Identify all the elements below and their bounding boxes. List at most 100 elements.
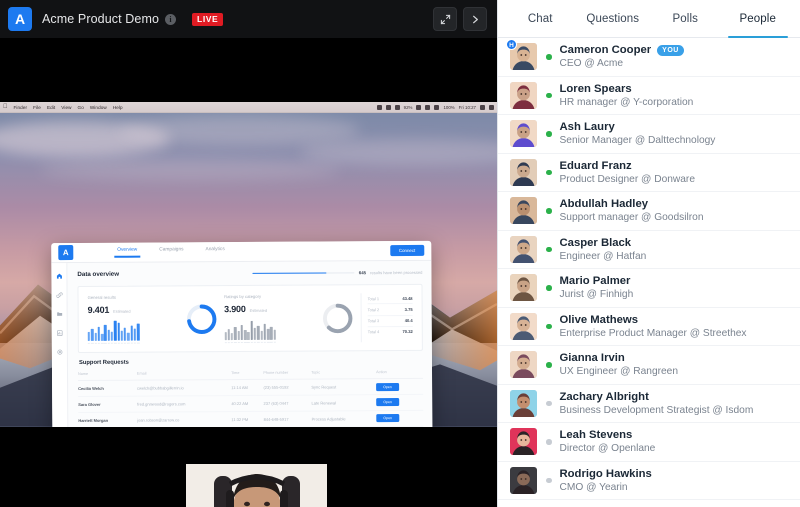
menubar-item-help[interactable]: Help [113,105,123,110]
avatar-wrapper [510,390,537,417]
presence-indicator [546,285,552,291]
person-row[interactable]: Gianna IrvinUX Engineer @ Rangreen [498,346,800,385]
person-name: Eduard Franz [560,160,632,172]
bar [91,329,93,341]
axis-tick [101,343,103,344]
people-list[interactable]: HCameron CooperYOUCEO @ AcmeLoren Spears… [498,38,800,507]
presence-indicator [546,439,552,445]
metric-sub: Estimated [113,309,130,314]
page-title: Data overview [77,271,119,278]
metrics-card: General results 9.401 Estimated [77,284,422,353]
row-open-button[interactable]: Open [376,399,399,407]
person-role: CEO @ Acme [560,58,791,69]
person-row[interactable]: HCameron CooperYOUCEO @ Acme [498,38,800,77]
axis-tick [231,342,233,343]
person-row[interactable]: Olive MathewsEnterprise Product Manager … [498,308,800,347]
person-row[interactable]: Leah StevensDirector @ Openlane [498,423,800,462]
menubar-item-window[interactable]: Window [90,105,107,110]
presence-indicator [546,478,552,484]
bar [104,325,106,341]
axis-tick [117,343,119,344]
bar [250,321,253,340]
dashboard-tab-analytics[interactable]: Analytics [206,247,225,257]
dashboard-connect-button[interactable]: Connect [390,245,424,256]
meeting-title: Acme Product Demo [42,12,159,26]
person-name: Rodrigo Hawkins [560,468,652,480]
metric-value: 9.401 [88,305,110,315]
person-name: Zachary Albright [560,391,649,403]
settings-icon[interactable] [56,349,62,355]
bar [98,327,100,341]
collapse-panel-button[interactable] [463,7,487,31]
menubar-app-name: Finder [14,105,28,110]
person-row[interactable]: Rodrigo HawkinsCMO @ Yearin [498,462,800,501]
axis-tick [121,343,123,344]
tab-questions[interactable]: Questions [577,0,650,37]
avatar-wrapper [510,351,537,378]
dashboard-tab-overview[interactable]: Overview [117,247,137,257]
bar [111,332,113,341]
menubar-item-go[interactable]: Go [78,105,84,110]
cell-name: Sara Glover [78,396,137,412]
presence-indicator [546,401,552,407]
dashboard-main: Data overview 645 results have been proc… [67,261,432,427]
screen-share-viewport[interactable]:  Finder File Edit View Go Window Help 9… [0,39,497,507]
axis-tick [260,342,262,343]
person-row[interactable]: Casper BlackEngineer @ Hatfan [498,231,800,270]
expand-button[interactable] [433,7,457,31]
person-name: Ash Laury [560,121,615,133]
metric-sub: Estimated [250,308,267,313]
spotlight-icon [480,105,485,110]
metric-value: 3.900 [224,304,246,314]
tab-chat[interactable]: Chat [504,0,577,37]
avatar-wrapper [510,197,537,224]
row-open-button[interactable]: Open [376,414,399,422]
tab-people[interactable]: People [722,0,795,37]
table-column-header: Phone number [263,371,311,380]
avatar [510,390,537,417]
person-name: Mario Palmer [560,275,631,287]
dashboard-tab-campaigns[interactable]: Campaigns [159,247,183,257]
legend-row: Total 4 70.32 [368,327,413,337]
cell-name: Cecilia Welch [78,380,137,396]
folder-icon[interactable] [56,311,62,317]
person-row[interactable]: Eduard FranzProduct Designer @ Donware [498,154,800,193]
table-row[interactable]: Harriett Morganjoan.robson@zarrow.co11:3… [78,410,423,427]
axis-tick [247,342,249,343]
presence-indicator [546,54,552,60]
webcam-thumbnail[interactable] [186,464,327,507]
row-open-button[interactable]: Open [376,383,399,391]
person-row[interactable]: Mario Palmer Jurist @ Finhigh [498,269,800,308]
person-role: UX Engineer @ Rangreen [560,366,791,377]
avatar [510,467,537,494]
legend-value: 43.48 [402,296,412,301]
bar [237,331,239,340]
bar [273,330,275,340]
axis-tick [124,343,126,344]
cell-action: Open [376,410,423,426]
menubar-item-edit[interactable]: Edit [47,105,55,110]
bar [234,327,236,340]
person-row[interactable]: Abdullah HadleySupport manager @ Goodsil… [498,192,800,231]
person-row[interactable]: Loren SpearsHR manager @ Y-corporation [498,77,800,116]
person-row[interactable]: Zachary AlbrightBusiness Development Str… [498,385,800,424]
home-icon[interactable] [56,273,62,279]
user-icon [386,105,391,110]
table-column-header: Name [78,372,137,381]
link-icon[interactable] [56,292,62,298]
tab-polls[interactable]: Polls [649,0,722,37]
bar [231,333,233,340]
legend-key: Total 3 [368,318,379,323]
wifi-icon [434,105,439,110]
menubar-item-view[interactable]: View [61,105,71,110]
dashboard-window[interactable]: A Overview Campaigns Analytics Connect [51,241,433,427]
info-icon[interactable]: i [165,14,176,25]
chart-icon[interactable] [56,330,62,336]
expand-arrows-icon [440,14,451,25]
person-row[interactable]: Ash LaurySenior Manager @ Dalttechnology [498,115,800,154]
menubar-item-file[interactable]: File [33,105,41,110]
bar [94,333,96,341]
person-info: Cameron CooperYOUCEO @ Acme [560,44,791,69]
person-role: Jurist @ Finhigh [560,289,791,300]
donut-chart-general [184,302,218,336]
